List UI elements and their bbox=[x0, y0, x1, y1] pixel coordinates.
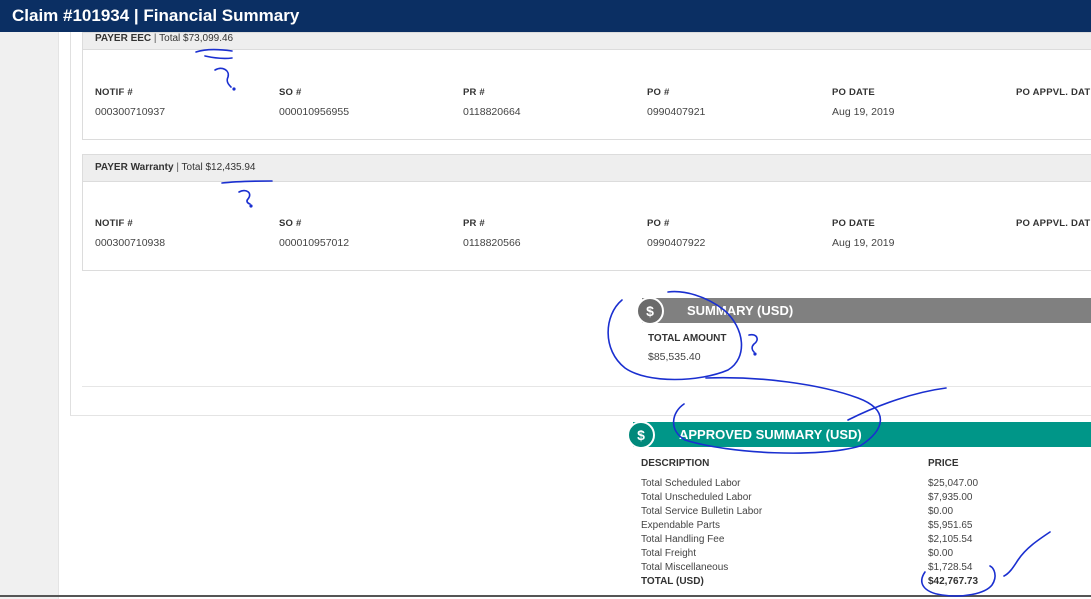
field-notif: NOTIF # 000300710937 bbox=[95, 87, 165, 118]
table-row: Total Handling Fee $2,105.54 bbox=[641, 533, 1061, 547]
field-pr: PR # 0118820664 bbox=[463, 87, 521, 118]
row-description: Total Service Bulletin Labor bbox=[641, 506, 763, 517]
field-value: 0118820566 bbox=[463, 237, 521, 249]
row-description: Expendable Parts bbox=[641, 520, 720, 531]
bottom-border bbox=[0, 595, 1091, 597]
field-label: SO # bbox=[279, 87, 302, 98]
payer-total: Total $12,435.94 bbox=[181, 162, 256, 173]
field-po: PO # 0990407921 bbox=[647, 87, 705, 118]
row-price: $0.00 bbox=[928, 548, 954, 559]
field-value: 000300710938 bbox=[95, 237, 166, 249]
table-row: Total Unscheduled Labor $7,935.00 bbox=[641, 491, 1061, 505]
field-label: PR # bbox=[463, 87, 485, 98]
field-po-appvl-date: PO APPVL. DATE bbox=[1016, 87, 1091, 106]
header-separator: | bbox=[176, 162, 179, 173]
field-value: 0990407921 bbox=[647, 106, 706, 118]
row-price: $25,047.00 bbox=[928, 478, 979, 489]
field-label: PO APPVL. DATE bbox=[1016, 87, 1091, 98]
table-row: Total Miscellaneous $1,728.54 bbox=[641, 561, 1061, 575]
approved-summary-table: DESCRIPTION PRICE Total Scheduled Labor … bbox=[641, 457, 1061, 589]
row-description: Total Freight bbox=[641, 548, 697, 559]
field-label: PR # bbox=[463, 218, 485, 229]
field-label: NOTIF # bbox=[95, 87, 133, 98]
payer-card-warranty: PAYER Warranty | Total $12,435.94 bbox=[82, 154, 1091, 271]
approved-summary-title: APPROVED SUMMARY (USD) bbox=[679, 427, 862, 442]
row-price: $5,951.65 bbox=[928, 520, 973, 531]
approved-summary-header: $ APPROVED SUMMARY (USD) bbox=[627, 421, 1091, 449]
row-price: $0.00 bbox=[928, 506, 954, 517]
field-label: PO # bbox=[647, 218, 670, 229]
field-value: 000010956955 bbox=[279, 106, 350, 118]
field-label: PO DATE bbox=[832, 87, 875, 98]
row-description: Total Miscellaneous bbox=[641, 562, 729, 573]
table-total-row: TOTAL (USD) $42,767.73 bbox=[641, 575, 1061, 589]
payer-name: PAYER Warranty bbox=[95, 162, 174, 173]
field-label: SO # bbox=[279, 218, 302, 229]
field-po-date: PO DATE Aug 19, 2019 bbox=[832, 87, 894, 118]
field-value: 000300710937 bbox=[95, 106, 166, 118]
field-value: Aug 19, 2019 bbox=[832, 237, 895, 249]
row-description: Total Unscheduled Labor bbox=[641, 492, 752, 503]
table-row: Total Freight $0.00 bbox=[641, 547, 1061, 561]
total-amount-label: TOTAL AMOUNT bbox=[648, 333, 727, 344]
field-label: PO DATE bbox=[832, 218, 875, 229]
dollar-icon: $ bbox=[627, 421, 655, 449]
field-po: PO # 0990407922 bbox=[647, 218, 705, 249]
left-sidebar bbox=[0, 32, 59, 599]
table-row: Total Scheduled Labor $25,047.00 bbox=[641, 477, 1061, 491]
field-label: NOTIF # bbox=[95, 218, 133, 229]
field-po-appvl-date: PO APPVL. DATE bbox=[1016, 218, 1091, 237]
table-header-row: DESCRIPTION PRICE bbox=[641, 457, 1061, 473]
row-price: $2,105.54 bbox=[928, 534, 973, 545]
total-description: TOTAL (USD) bbox=[641, 576, 704, 587]
row-description: Total Handling Fee bbox=[641, 534, 725, 545]
field-value: Aug 19, 2019 bbox=[832, 106, 895, 118]
field-value: 0990407922 bbox=[647, 237, 706, 249]
field-label: PO APPVL. DATE bbox=[1016, 218, 1091, 229]
payer-name: PAYER EEC bbox=[95, 33, 152, 44]
payer-card-eec: PAYER EEC | Total $73,099.46 bbox=[82, 32, 1091, 140]
row-description: Total Scheduled Labor bbox=[641, 478, 741, 489]
header-separator: | bbox=[153, 33, 157, 44]
section-divider bbox=[82, 386, 1091, 387]
table-row: Expendable Parts $5,951.65 bbox=[641, 519, 1061, 533]
field-label: PO # bbox=[647, 87, 670, 98]
row-price: $7,935.00 bbox=[928, 492, 973, 503]
field-po-date: PO DATE Aug 19, 2019 bbox=[832, 218, 894, 249]
column-header-description: DESCRIPTION bbox=[641, 458, 710, 469]
row-price: $1,728.54 bbox=[928, 562, 973, 573]
table-row: Total Service Bulletin Labor $0.00 bbox=[641, 505, 1061, 519]
dollar-icon: $ bbox=[636, 297, 664, 325]
payer-card-header: PAYER EEC | Total $73,099.46 bbox=[83, 33, 1091, 50]
payer-total: Total $73,099.46 bbox=[159, 33, 234, 44]
field-so: SO # 000010957012 bbox=[279, 218, 349, 249]
total-price: $42,767.73 bbox=[928, 576, 979, 587]
page-title: Claim #101934 | Financial Summary bbox=[0, 0, 1091, 32]
field-pr: PR # 0118820566 bbox=[463, 218, 521, 249]
summary-header: $ SUMMARY (USD) bbox=[636, 297, 1091, 325]
total-amount-value: $85,535.40 bbox=[648, 351, 701, 363]
field-value: 000010957012 bbox=[279, 237, 350, 249]
field-so: SO # 000010956955 bbox=[279, 87, 349, 118]
field-value: 0118820664 bbox=[463, 106, 521, 118]
column-header-price: PRICE bbox=[928, 458, 959, 469]
field-notif: NOTIF # 000300710938 bbox=[95, 218, 165, 249]
payer-card-header: PAYER Warranty | Total $12,435.94 bbox=[83, 155, 1091, 182]
summary-title: SUMMARY (USD) bbox=[687, 303, 794, 318]
